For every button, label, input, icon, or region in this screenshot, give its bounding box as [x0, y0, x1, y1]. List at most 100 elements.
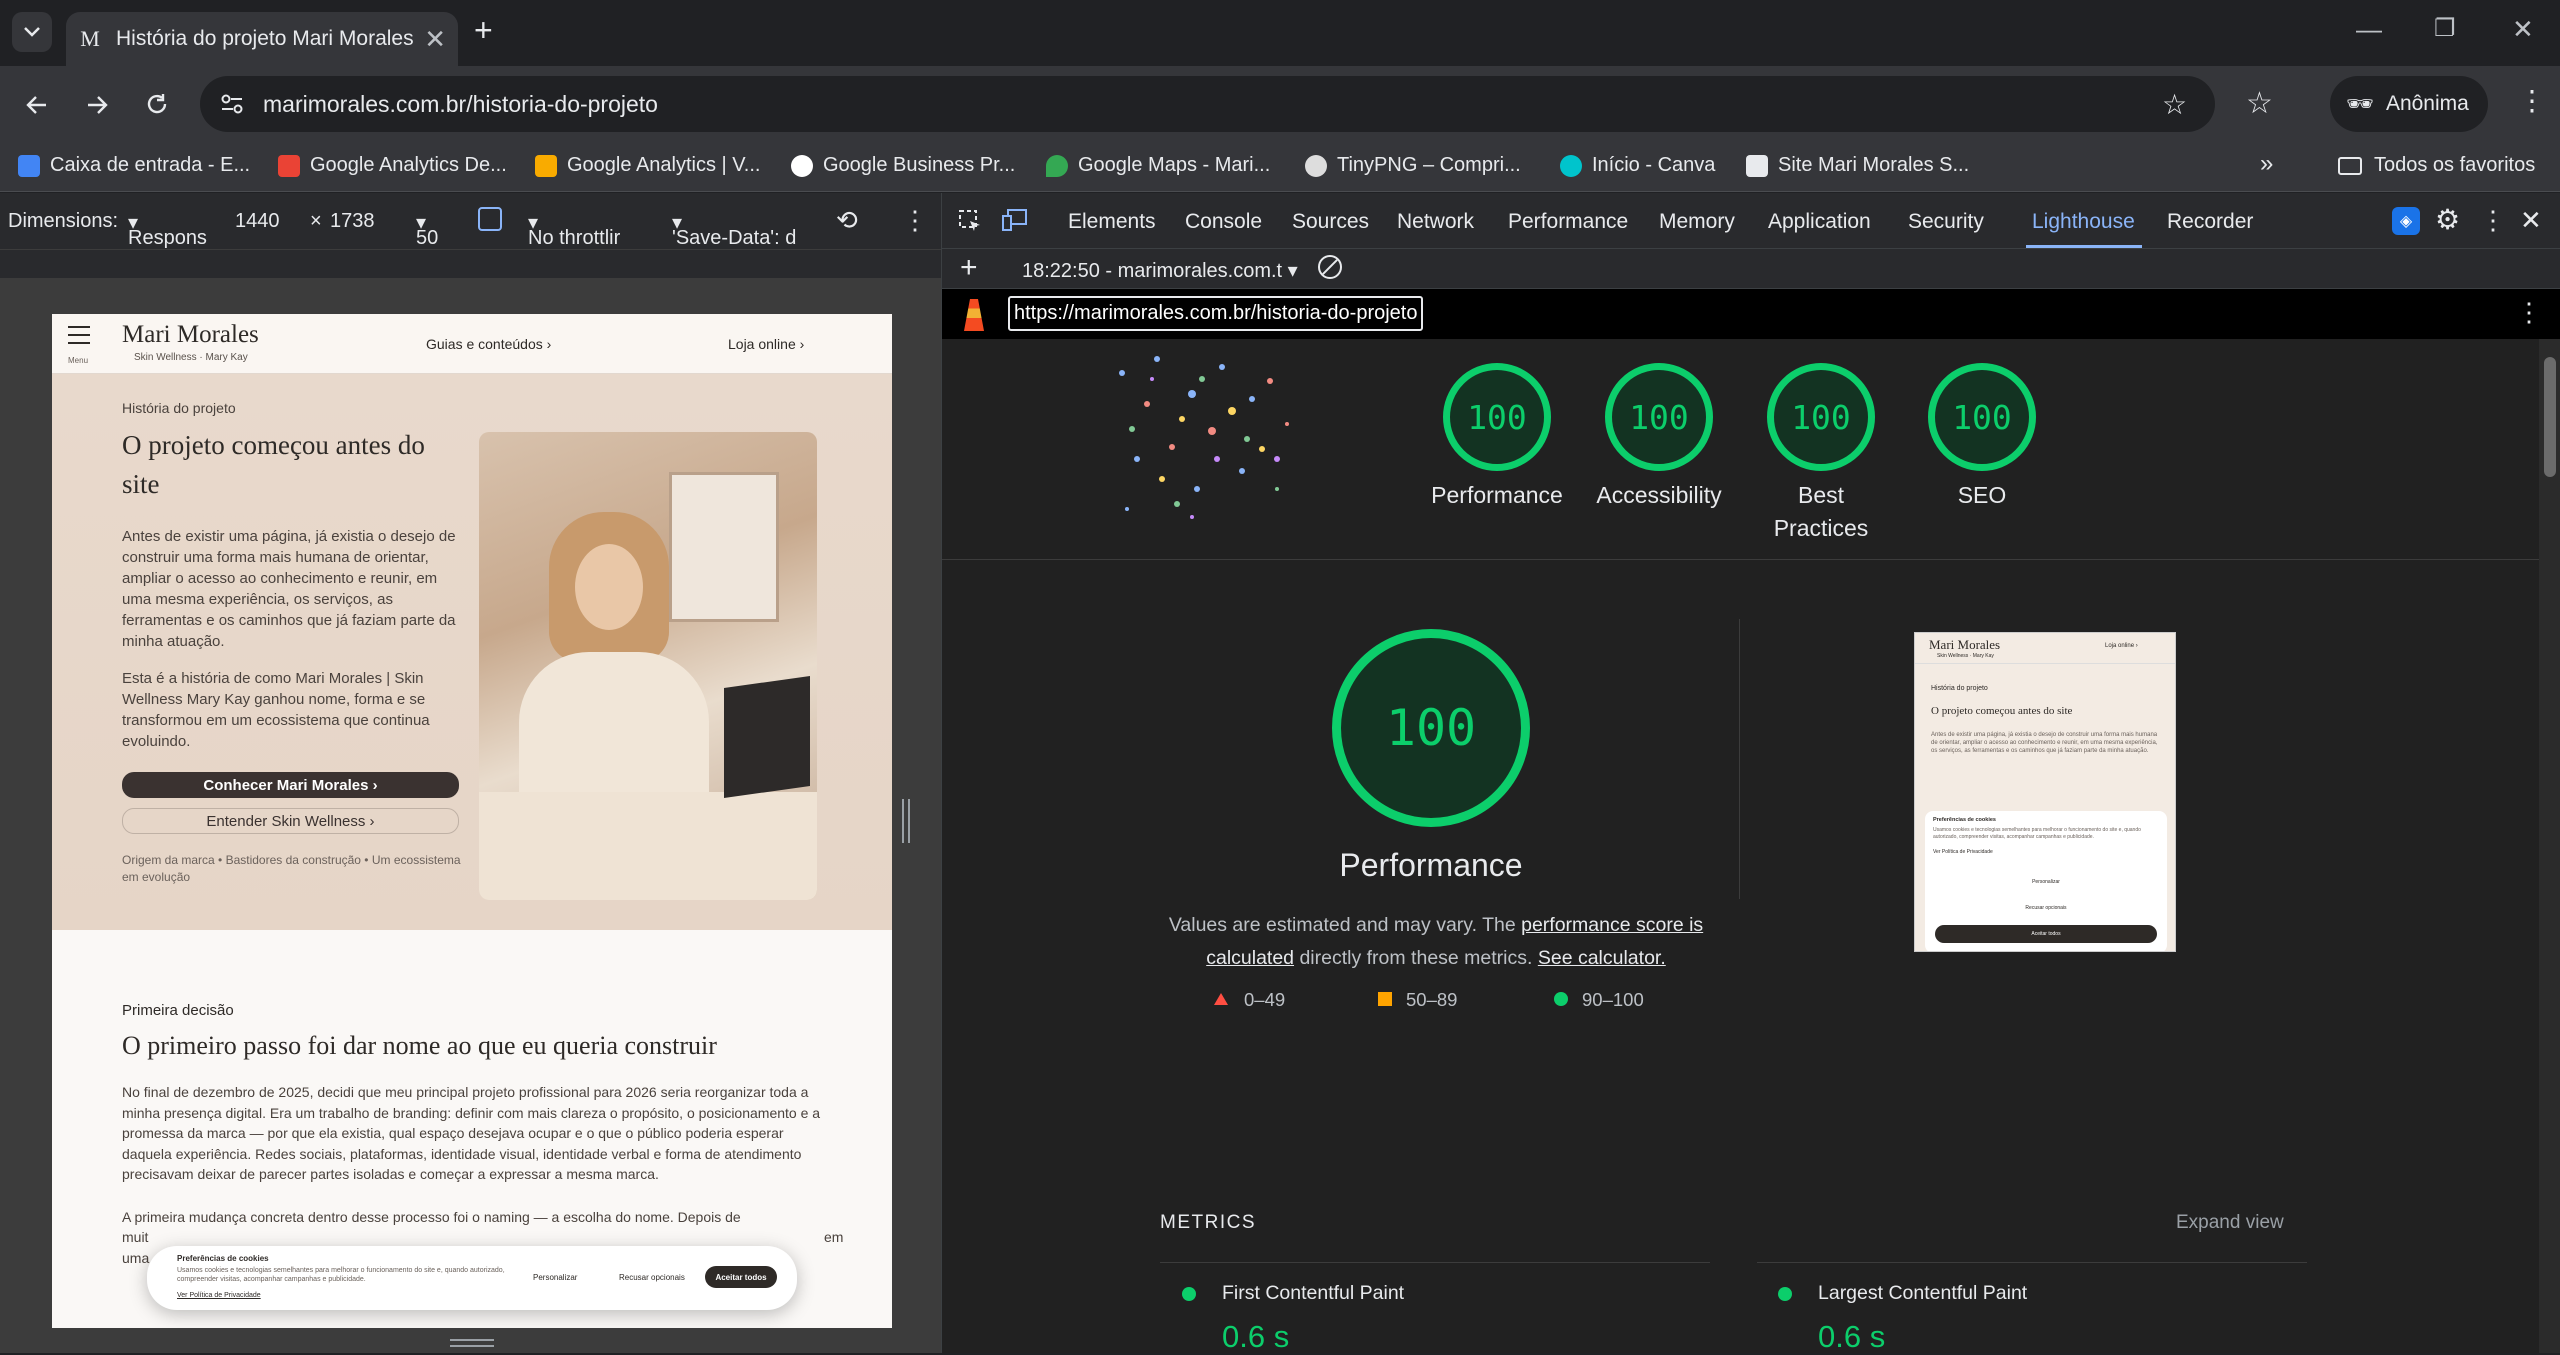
bookmark-item[interactable]: Caixa de entrada - E...: [18, 154, 250, 177]
metrics-divider-left: [1160, 1262, 1710, 1263]
nav-guides-link[interactable]: Guias e conteúdos ›: [426, 336, 551, 352]
cookie-title: Preferências de cookies: [177, 1254, 269, 1263]
hamburger-menu-icon[interactable]: [68, 326, 90, 344]
favorites-icon[interactable]: ☆: [2246, 86, 2273, 121]
device-toggle-icon[interactable]: [1002, 208, 1028, 232]
bookmark-item[interactable]: Início - Canva: [1560, 154, 1715, 177]
tab-sources[interactable]: Sources: [1292, 210, 1369, 234]
expand-view-button[interactable]: Expand view: [2176, 1212, 2284, 1234]
throttling-select[interactable]: No throttlir ▾: [528, 210, 620, 249]
zoom-select[interactable]: 50 ▾: [416, 210, 438, 249]
bookmark-item[interactable]: Google Business Pr...: [791, 154, 1015, 177]
maps-icon: [1046, 154, 1068, 177]
device-menu-icon[interactable]: ⋮: [902, 205, 928, 236]
site-settings-icon[interactable]: [220, 93, 244, 115]
tab-title: História do projeto Mari Morales: [116, 27, 414, 50]
cookie-reject-button[interactable]: Recusar opcionais: [619, 1273, 685, 1282]
tab-console[interactable]: Console: [1185, 210, 1262, 234]
bookmark-item[interactable]: Google Analytics De...: [278, 154, 507, 177]
cookie-policy-link[interactable]: Ver Política de Privacidade: [177, 1292, 261, 1299]
device-toolbar: Dimensions: Respons ▾ 1440 × 1738 50 ▾ N…: [0, 193, 941, 249]
tab-elements[interactable]: Elements: [1068, 210, 1156, 234]
thumb-title: O projeto começou antes do site: [1931, 705, 2073, 717]
report-url[interactable]: https://marimorales.com.br/historia-do-p…: [1008, 296, 1424, 331]
bookmark-item[interactable]: TinyPNG – Compri...: [1305, 154, 1521, 177]
close-tab-icon[interactable]: ✕: [424, 24, 446, 55]
bookmarks-more-button[interactable]: »: [2260, 150, 2273, 178]
address-bar[interactable]: marimorales.com.br/historia-do-projeto ☆: [200, 76, 2215, 132]
back-icon[interactable]: [24, 92, 50, 118]
device-pixel-icon[interactable]: [478, 207, 502, 231]
forward-icon[interactable]: [84, 92, 110, 118]
tab-network[interactable]: Network: [1397, 210, 1474, 234]
final-screenshot-thumbnail[interactable]: Mari Morales Skin Wellness · Mary Kay Lo…: [1914, 632, 2176, 952]
viewport-resize-handle[interactable]: [902, 799, 910, 843]
scrollbar-thumb[interactable]: [2544, 357, 2556, 477]
thumb-divider: [1915, 663, 2175, 664]
thumb-nav-store: Loja online ›: [2105, 643, 2138, 649]
tab-memory[interactable]: Memory: [1659, 210, 1735, 234]
clear-reports-icon[interactable]: [1318, 255, 1342, 279]
close-devtools-icon[interactable]: ✕: [2520, 205, 2542, 236]
photo-laptop: [724, 675, 810, 799]
tab-security[interactable]: Security: [1908, 210, 1984, 234]
score-gauge-accessibility[interactable]: 100: [1605, 363, 1713, 471]
save-data-select[interactable]: 'Save-Data': d ▾: [672, 210, 796, 249]
ai-assistance-icon[interactable]: ◈: [2392, 207, 2420, 235]
tab-recorder[interactable]: Recorder: [2167, 210, 2253, 234]
thumb-logo-sub: Skin Wellness · Mary Kay: [1937, 653, 1994, 659]
nav-store-link[interactable]: Loja online ›: [728, 336, 804, 352]
bookmark-item[interactable]: Google Maps - Mari...: [1046, 154, 1270, 177]
emulated-page: Menu Mari Morales Skin Wellness · Mary K…: [52, 314, 892, 1328]
tab-application[interactable]: Application: [1768, 210, 1871, 234]
skin-wellness-button[interactable]: Entender Skin Wellness ›: [122, 808, 459, 834]
settings-gear-icon[interactable]: ⚙: [2435, 203, 2460, 236]
metric-lcp-value: 0.6 s: [1818, 1319, 1886, 1354]
profile-button[interactable]: 🕶 Anônima: [2330, 76, 2488, 132]
score-gauge-seo[interactable]: 100: [1928, 363, 2036, 471]
cookie-accept-button[interactable]: Aceitar todos: [705, 1266, 777, 1288]
devtools-menu-icon[interactable]: ⋮: [2480, 205, 2506, 236]
tab-performance[interactable]: Performance: [1508, 210, 1628, 234]
see-calculator-link[interactable]: See calculator.: [1538, 947, 1666, 969]
report-selector[interactable]: 18:22:50 - marimorales.com.t ▾: [1022, 258, 1298, 283]
tab-lighthouse[interactable]: Lighthouse: [2032, 210, 2135, 234]
report-menu-icon[interactable]: ⋮: [2516, 297, 2542, 328]
browser-titlebar: M História do projeto Mari Morales ✕ + —…: [0, 0, 2560, 66]
browser-menu-icon[interactable]: ⋮: [2518, 84, 2546, 117]
width-input[interactable]: 1440: [235, 210, 280, 233]
all-bookmarks-button[interactable]: Todos os favoritos: [2338, 154, 2535, 177]
restore-icon[interactable]: ❐: [2434, 14, 2456, 43]
reload-icon[interactable]: [144, 91, 170, 117]
url-text: marimorales.com.br/historia-do-projeto: [263, 90, 658, 117]
device-viewport: Menu Mari Morales Skin Wellness · Mary K…: [0, 279, 941, 1353]
score-gauge-best-practices[interactable]: 100: [1767, 363, 1875, 471]
tab-search-button[interactable]: [12, 12, 52, 52]
site-logo[interactable]: Mari Morales: [122, 321, 259, 349]
metric-fcp-status-icon: [1182, 1287, 1196, 1301]
lighthouse-logo-icon: [964, 299, 984, 331]
rotate-icon[interactable]: ⟲: [836, 205, 858, 236]
know-mari-button[interactable]: Conhecer Mari Morales ›: [122, 772, 459, 798]
score-gauge-performance[interactable]: 100: [1443, 363, 1551, 471]
viewport-bottom-handle[interactable]: [450, 1339, 494, 1347]
bookmark-item[interactable]: Google Analytics | V...: [535, 154, 760, 177]
new-report-button[interactable]: +: [960, 251, 978, 285]
minimize-icon[interactable]: —: [2356, 14, 2382, 45]
dimensions-select[interactable]: Respons ▾: [128, 210, 207, 249]
cookie-customize-button[interactable]: Personalizar: [533, 1273, 577, 1282]
bookmark-star-icon[interactable]: ☆: [2162, 88, 2187, 121]
legend-fail-icon: [1214, 993, 1228, 1005]
browser-tab-active[interactable]: M História do projeto Mari Morales ✕: [66, 12, 458, 66]
section-paragraph-2-cont-right: em: [824, 1229, 844, 1245]
inspect-element-icon[interactable]: [958, 209, 982, 233]
bookmark-item[interactable]: Site Mari Morales S...: [1746, 154, 1969, 177]
main-performance-gauge: 100: [1332, 629, 1530, 827]
browser-toolbar: marimorales.com.br/historia-do-projeto ☆…: [0, 66, 2560, 144]
new-tab-button[interactable]: +: [474, 12, 493, 49]
section-paragraph-2-cont-b: uma: [122, 1250, 150, 1266]
profile-label: Anônima: [2385, 92, 2469, 115]
close-window-icon[interactable]: ✕: [2512, 14, 2534, 45]
height-input[interactable]: 1738: [330, 210, 375, 233]
report-scrollbar[interactable]: [2539, 339, 2560, 1353]
